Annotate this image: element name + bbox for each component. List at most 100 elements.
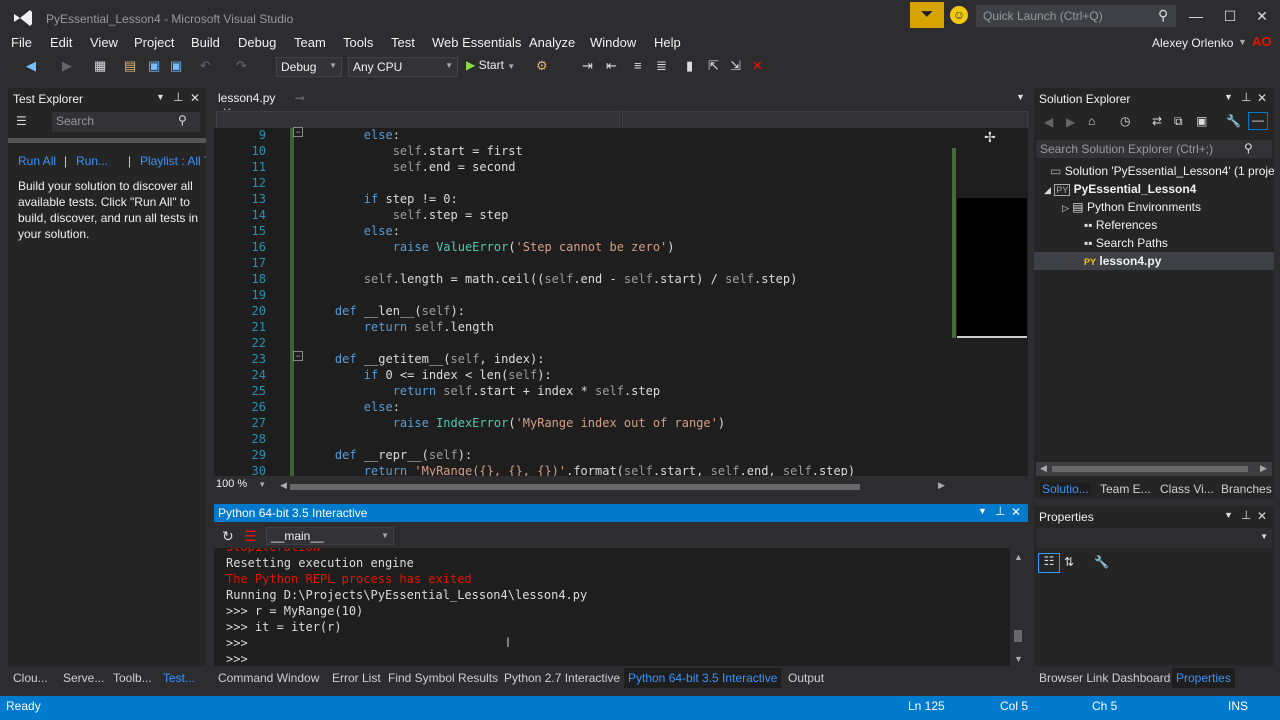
avatar[interactable]: AO <box>1252 34 1274 52</box>
pin-icon[interactable]: ⊥ <box>1241 508 1251 522</box>
chevron-down-icon[interactable]: ▼ <box>1224 510 1233 520</box>
collapse-all-icon[interactable]: ⧉ <box>1174 114 1183 129</box>
close-icon[interactable]: ✕ <box>190 91 200 105</box>
scope-select[interactable]: __main__ ▼ <box>266 527 394 545</box>
tab-python27-interactive[interactable]: Python 2.7 Interactive <box>504 671 620 685</box>
tab-python35-interactive[interactable]: Python 64-bit 3.5 Interactive <box>624 668 782 688</box>
clear-bookmarks-icon[interactable]: ✕ <box>752 58 763 74</box>
menu-window[interactable]: Window <box>590 35 636 50</box>
menu-web-essentials[interactable]: Web Essentials <box>432 35 521 50</box>
code-editor[interactable]: 9 else: 10 self.start = first 11 self.end … <box>214 128 952 476</box>
step-icon[interactable]: ⇥ <box>582 58 593 74</box>
splitter[interactable] <box>8 138 206 143</box>
tab-command-window[interactable]: Command Window <box>218 671 319 685</box>
menu-build[interactable]: Build <box>191 35 220 50</box>
back-icon[interactable]: ◀ <box>1044 115 1053 129</box>
project-node[interactable]: ◢ PY PyEssential_Lesson4 <box>1044 182 1196 196</box>
menu-edit[interactable]: Edit <box>50 35 72 50</box>
show-all-files-icon[interactable]: ▣ <box>1196 114 1207 128</box>
maximize-button[interactable]: ☐ <box>1218 6 1242 26</box>
collapse-icon[interactable]: − <box>293 127 303 137</box>
zoom-select[interactable]: 100 % ▼ <box>216 478 272 494</box>
close-window-button[interactable]: ✕ <box>1250 6 1274 26</box>
home-icon[interactable]: ⌂ <box>1088 114 1095 128</box>
reset-icon[interactable]: ↻ <box>222 528 234 545</box>
save-icon[interactable]: ▣ <box>148 58 160 74</box>
step-out-icon[interactable]: ⇤ <box>606 58 617 74</box>
menu-test[interactable]: Test <box>391 35 415 50</box>
scroll-down-icon[interactable]: ▼ <box>1014 654 1023 664</box>
menu-analyze[interactable]: Analyze <box>529 35 575 50</box>
pin-icon[interactable]: ⊥ <box>173 90 183 104</box>
repl-output[interactable]: StopIteration Resetting execution engine T… <box>214 548 1010 666</box>
clear-repl-icon[interactable]: ☰ <box>244 528 257 545</box>
tab-server-explorer[interactable]: Serve... <box>63 671 104 685</box>
tab-test-explorer[interactable]: Test... <box>163 671 195 685</box>
scroll-thumb[interactable] <box>1014 630 1022 642</box>
menu-team[interactable]: Team <box>294 35 326 50</box>
pin-icon[interactable]: ⊸ <box>295 91 305 105</box>
tab-properties[interactable]: Properties <box>1172 668 1235 688</box>
chevron-down-icon[interactable]: ▼ <box>1016 92 1025 102</box>
python-environments-node[interactable]: ▷ ▤ Python Environments <box>1062 200 1201 214</box>
run-menu-link[interactable]: Run... <box>76 154 108 168</box>
tab-browser-link-dashboard[interactable]: Browser Link Dashboard <box>1039 671 1170 685</box>
platform-select[interactable]: Any CPU ▼ <box>348 57 458 77</box>
tab-output[interactable]: Output <box>788 671 824 685</box>
scroll-right-icon[interactable]: ▶ <box>938 480 945 491</box>
chevron-down-icon[interactable]: ▼ <box>1238 37 1247 47</box>
member-nav-combo[interactable] <box>622 111 1028 129</box>
undo-icon[interactable]: ↶ <box>200 58 211 74</box>
forward-icon[interactable]: ▶ <box>1066 115 1075 129</box>
chevron-down-icon[interactable]: ▼ <box>978 506 987 516</box>
save-all-icon[interactable]: ▣ <box>170 58 182 74</box>
tab-branches[interactable]: Branches <box>1221 482 1272 496</box>
tab-toolbox[interactable]: Toolb... <box>113 671 152 685</box>
references-node[interactable]: ▪▪ References <box>1084 218 1157 232</box>
feedback-smiley-icon[interactable]: ☺ <box>950 6 968 24</box>
open-folder-icon[interactable]: ▤ <box>124 58 136 74</box>
properties-wrench-icon[interactable]: 🔧 <box>1226 114 1241 128</box>
scroll-thumb[interactable] <box>290 484 860 490</box>
back-icon[interactable]: ◀ <box>26 58 36 74</box>
comment-icon[interactable]: ≡ <box>634 58 642 73</box>
minimap-viewport[interactable] <box>957 198 1027 338</box>
minimize-button[interactable]: — <box>1184 6 1208 26</box>
pin-icon[interactable]: ⊥ <box>1241 90 1251 104</box>
menu-debug[interactable]: Debug <box>238 35 276 50</box>
menu-project[interactable]: Project <box>134 35 174 50</box>
new-project-icon[interactable]: ▦ <box>94 58 106 74</box>
notification-filter-icon[interactable]: ⏷ <box>910 2 944 28</box>
preview-icon[interactable]: — <box>1248 112 1268 130</box>
close-icon[interactable]: ✕ <box>1257 509 1267 523</box>
history-icon[interactable]: ◷ <box>1120 114 1130 128</box>
categorized-icon[interactable]: ☷ <box>1038 553 1060 573</box>
solution-node[interactable]: ▭ Solution 'PyEssential_Lesson4' (1 proj… <box>1050 164 1274 178</box>
tab-lesson4-py[interactable]: lesson4.py ⊸ ✕ <box>212 88 316 119</box>
class-nav-combo[interactable] <box>216 111 620 129</box>
close-icon[interactable]: ✕ <box>1257 91 1267 105</box>
chevron-down-icon[interactable]: ▼ <box>1224 92 1233 102</box>
pin-icon[interactable]: ⊥ <box>995 504 1005 518</box>
scroll-thumb[interactable] <box>1052 466 1248 472</box>
quick-launch-input[interactable]: Quick Launch (Ctrl+Q) <box>976 5 1176 27</box>
tab-error-list[interactable]: Error List <box>332 671 381 685</box>
prev-bookmark-icon[interactable]: ⇱ <box>708 58 719 74</box>
playlist-link[interactable]: Playlist : All T <box>140 154 206 168</box>
close-icon[interactable]: ✕ <box>1011 505 1021 519</box>
chevron-down-icon[interactable]: ▼ <box>156 92 165 102</box>
property-pages-icon[interactable]: 🔧 <box>1094 555 1109 569</box>
group-by-icon[interactable]: ☰ <box>16 114 27 128</box>
collapse-icon[interactable]: − <box>293 351 303 361</box>
uncomment-icon[interactable]: ≣ <box>656 58 667 74</box>
menu-file[interactable]: File <box>11 35 32 50</box>
tab-team-explorer[interactable]: Team E... <box>1100 482 1151 496</box>
search-icon[interactable]: ⚲ <box>1158 7 1168 24</box>
attach-icon[interactable]: ⚙ <box>536 58 548 74</box>
properties-object-combo[interactable]: ▼ <box>1036 528 1272 548</box>
sync-icon[interactable]: ⇄ <box>1152 114 1162 128</box>
forward-icon[interactable]: ▶ <box>62 58 72 74</box>
scroll-right-icon[interactable]: ▶ <box>1260 463 1267 474</box>
tab-class-view[interactable]: Class Vi... <box>1160 482 1214 496</box>
menu-tools[interactable]: Tools <box>343 35 373 50</box>
